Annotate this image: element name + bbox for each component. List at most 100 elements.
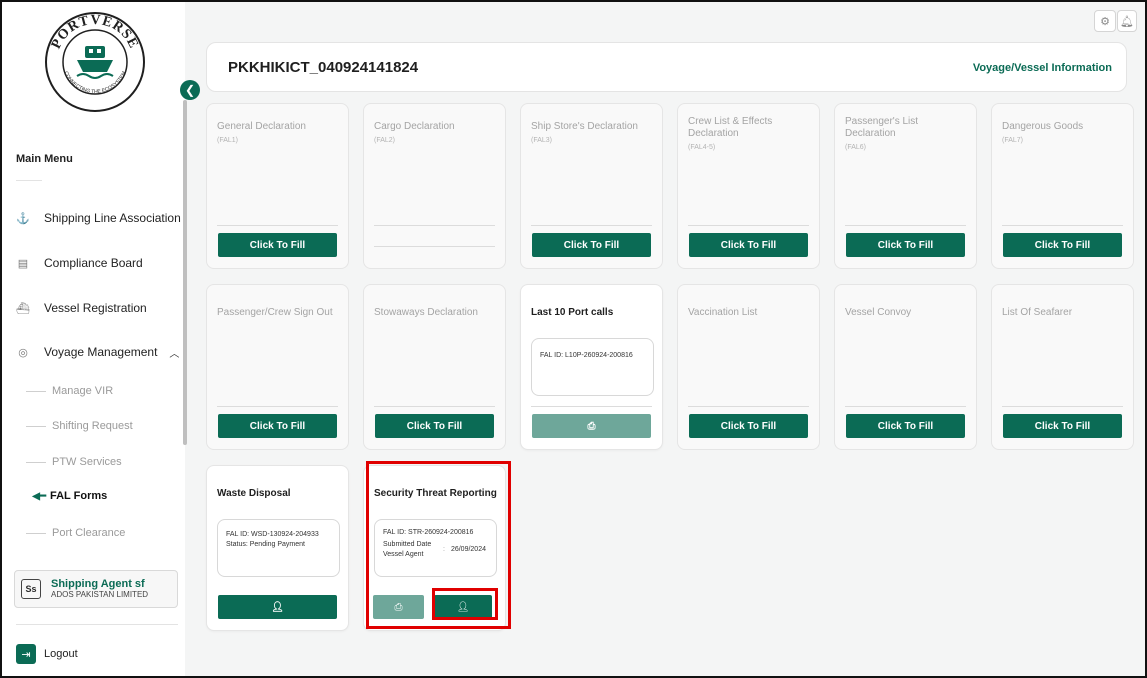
view-agent-button[interactable]: 👤︎: [218, 595, 337, 619]
sub-item-fal-forms[interactable]: ◀━ FAL Forms: [26, 487, 107, 505]
card-title-text: General Declaration: [217, 121, 306, 132]
divider: [374, 406, 495, 407]
card-code: (FAL3): [531, 137, 553, 144]
divider: [531, 225, 652, 226]
status-text: Status: Pending Payment: [226, 541, 305, 548]
click-to-fill-button[interactable]: Click To Fill: [689, 414, 808, 438]
card-title: General Declaration (FAL1): [217, 121, 342, 147]
card-title: Vessel Convoy: [845, 307, 912, 318]
card-ship-stores-declaration: Ship Store's Declaration (FAL3) Click To …: [520, 103, 663, 269]
click-to-fill-button[interactable]: Click To Fill: [218, 414, 337, 438]
click-to-fill-button[interactable]: Click To Fill: [689, 233, 808, 257]
card-general-declaration: General Declaration (FAL1) Click To Fill: [206, 103, 349, 269]
voyage-id: PKKHIKICT_040924141824: [228, 59, 419, 76]
card-title: Waste Disposal: [217, 488, 291, 499]
click-to-fill-button[interactable]: Click To Fill: [846, 414, 965, 438]
ship-icon: ⛴: [16, 302, 30, 315]
sidebar-item-label: Vessel Registration: [44, 301, 147, 315]
submission-info: FAL ID: WSD-130924-204933 Status: Pendin…: [217, 519, 340, 577]
card-list-of-seafarer: List Of Seafarer Click To Fill: [991, 284, 1134, 450]
card-crew-list-declaration: Crew List & Effects Declaration (FAL4-5) …: [677, 103, 820, 269]
divider: [1002, 406, 1123, 407]
voyage-vessel-info-link[interactable]: Voyage/Vessel Information: [973, 62, 1112, 74]
card-code: (FAL6): [845, 144, 867, 151]
sub-item-label: PTW Services: [52, 456, 122, 468]
card-vaccination-list: Vaccination List Click To Fill: [677, 284, 820, 450]
card-title: Vaccination List: [688, 307, 758, 318]
portverse-logo: PORTVERSE CONNECTING THE ECOSYSTEM: [45, 12, 145, 112]
sub-item-label: FAL Forms: [50, 490, 108, 502]
user-profile[interactable]: Ss Shipping Agent sf ADOS PAKISTAN LIMIT…: [14, 570, 178, 608]
divider: [16, 180, 42, 181]
divider: [374, 246, 495, 247]
card-title-text: Ship Store's Declaration: [531, 121, 638, 132]
card-code: (FAL4-5): [688, 144, 716, 151]
card-title: Passenger's List Declaration (FAL6): [845, 116, 970, 154]
fal-id: FAL ID: WSD-130924-204933: [226, 531, 319, 538]
sidebar: PORTVERSE CONNECTING THE ECOSYSTEM Main …: [2, 2, 185, 676]
sub-item-label: Shifting Request: [52, 420, 133, 432]
sub-item-shifting-request[interactable]: Shifting Request: [26, 417, 133, 435]
card-title-text: Passenger's List Declaration: [845, 116, 919, 139]
card-dangerous-goods: Dangerous Goods (FAL7) Click To Fill: [991, 103, 1134, 269]
card-code: (FAL2): [374, 137, 396, 144]
click-to-fill-button[interactable]: Click To Fill: [846, 233, 965, 257]
card-passenger-crew-sign-out: Passenger/Crew Sign Out Click To Fill: [206, 284, 349, 450]
user-org: ADOS PAKISTAN LIMITED: [51, 590, 149, 599]
notifications-button[interactable]: 🔔︎: [1117, 10, 1137, 32]
sidebar-item-voyage-management[interactable]: ◎ Voyage Management ︿: [16, 341, 179, 363]
logout-label: Logout: [44, 648, 78, 660]
divider: [1002, 225, 1123, 226]
sidebar-scrollbar[interactable]: [183, 100, 187, 445]
card-title-text: Cargo Declaration: [374, 121, 455, 132]
card-title: Last 10 Port calls: [531, 307, 614, 318]
click-to-fill-button[interactable]: Click To Fill: [375, 414, 494, 438]
sidebar-item-vessel-registration[interactable]: ⛴ Vessel Registration: [16, 297, 147, 319]
divider: [531, 406, 652, 407]
divider: [845, 406, 966, 407]
print-button[interactable]: ⎙: [532, 414, 651, 438]
main-menu-heading: Main Menu: [16, 153, 73, 165]
collapse-sidebar-button[interactable]: ❮: [180, 80, 200, 100]
sidebar-item-label: Compliance Board: [44, 256, 143, 270]
voyage-header: PKKHIKICT_040924141824 Voyage/Vessel Inf…: [206, 42, 1127, 92]
divider: [688, 225, 809, 226]
card-title-text: Dangerous Goods: [1002, 121, 1084, 132]
tree-line: [26, 390, 46, 392]
divider: [374, 225, 495, 226]
tree-line: [26, 532, 46, 534]
divider: [217, 406, 338, 407]
sub-item-label: Manage VIR: [52, 385, 114, 397]
sidebar-item-label: Shipping Line Association: [44, 211, 181, 225]
card-title-text: Crew List & Effects Declaration: [688, 116, 773, 139]
settings-button[interactable]: ⚙: [1094, 10, 1116, 32]
click-to-fill-button[interactable]: Click To Fill: [1003, 233, 1122, 257]
avatar: Ss: [21, 579, 41, 599]
card-cargo-declaration: Cargo Declaration (FAL2): [363, 103, 506, 269]
chevron-left-icon: ❮: [184, 83, 196, 97]
click-to-fill-button[interactable]: Click To Fill: [1003, 414, 1122, 438]
sidebar-item-compliance-board[interactable]: ▤ Compliance Board: [16, 252, 143, 274]
gear-icon: ⚙: [1100, 15, 1110, 28]
compass-icon: ◎: [18, 346, 28, 359]
card-code: (FAL1): [217, 137, 239, 144]
anchor-icon: ⚓: [16, 212, 30, 225]
card-vessel-convoy: Vessel Convoy Click To Fill: [834, 284, 977, 450]
click-to-fill-button[interactable]: Click To Fill: [532, 233, 651, 257]
user-icon: 👤︎: [271, 601, 284, 613]
click-to-fill-button[interactable]: Click To Fill: [218, 233, 337, 257]
divider: [16, 624, 178, 625]
divider: [217, 225, 338, 226]
card-title: List Of Seafarer: [1002, 307, 1073, 318]
logout-button[interactable]: ⇥ Logout: [16, 644, 78, 664]
sub-item-port-clearance[interactable]: Port Clearance: [26, 524, 125, 542]
tree-line: [26, 425, 46, 427]
divider: [688, 406, 809, 407]
card-last-10-port-calls: Last 10 Port calls FAL ID: L10P-260924-2…: [520, 284, 663, 450]
sidebar-item-shipping-line-association[interactable]: ⚓ Shipping Line Association: [16, 207, 181, 229]
divider: [845, 225, 966, 226]
sub-item-ptw-services[interactable]: PTW Services: [26, 453, 122, 471]
card-title: Stowaways Declaration: [374, 307, 478, 318]
card-code: (FAL7): [1002, 137, 1024, 144]
sub-item-manage-vir[interactable]: Manage VIR: [26, 382, 113, 400]
